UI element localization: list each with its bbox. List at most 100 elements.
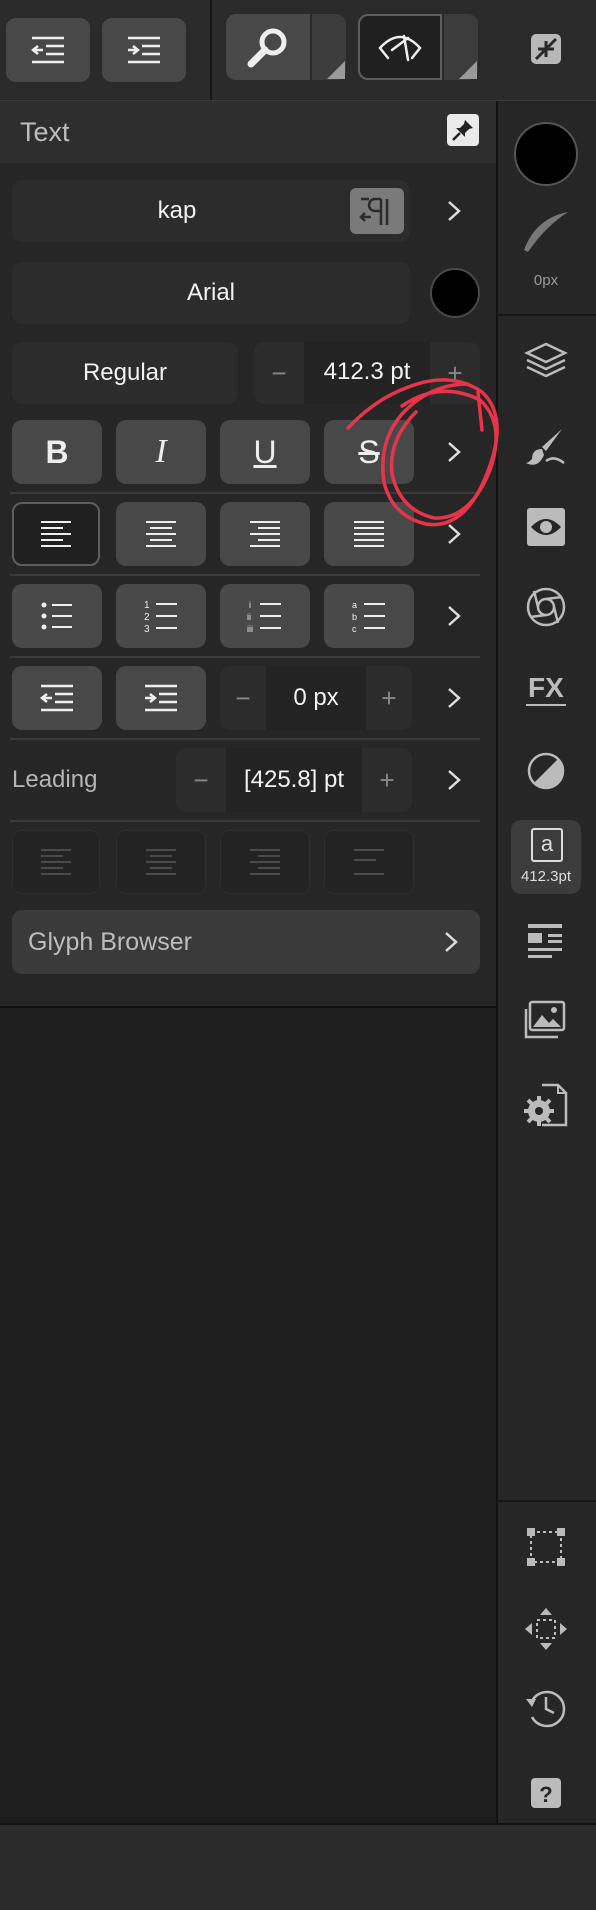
dropdown-corner-icon [327, 61, 345, 79]
bullet-list-icon [41, 602, 72, 630]
leading-value[interactable]: [425.8] pt [226, 766, 362, 794]
align-left-icon [41, 521, 71, 547]
indent-more-chevron[interactable] [434, 678, 474, 718]
indent-icon [128, 36, 160, 64]
search-button[interactable] [226, 14, 310, 80]
svg-text:FX: FX [528, 672, 564, 703]
search-options-button[interactable] [312, 14, 346, 80]
indent-value[interactable]: 0 px [266, 684, 366, 712]
letter-list-button[interactable]: abc [324, 584, 414, 648]
text-style-name: kap [157, 197, 197, 224]
svg-text:2: 2 [144, 612, 150, 623]
font-family-field[interactable]: Arial [12, 262, 410, 324]
paragraph-styles-icon [528, 924, 562, 958]
align-left-button[interactable] [12, 502, 100, 566]
document-settings-icon [524, 1083, 568, 1127]
svg-text:c: c [352, 624, 357, 633]
indent-decrease[interactable]: − [220, 666, 266, 730]
bullet-list-button[interactable] [12, 584, 102, 648]
glyph-browser-button[interactable]: Glyph Browser [12, 910, 480, 974]
fx-button[interactable]: FX [511, 652, 581, 722]
indent-stepper: − 0 px + [220, 666, 412, 730]
numbered-list-button[interactable]: 123 [116, 584, 206, 648]
adjustments-button[interactable] [511, 572, 581, 642]
move-icon [525, 1608, 567, 1650]
bold-button[interactable]: B [12, 420, 102, 484]
align-center-icon [146, 521, 176, 547]
paragraph-direction-icon [359, 197, 389, 225]
svg-text:iii: iii [247, 624, 253, 633]
font-weight-field[interactable]: Regular [12, 342, 238, 404]
leading-more-chevron[interactable] [434, 760, 474, 800]
font-weight-value: Regular [82, 359, 168, 386]
gallery-icon [524, 1000, 566, 1039]
italic-button[interactable]: I [116, 420, 206, 484]
svg-text:a: a [352, 600, 357, 610]
paragraph-direction-button[interactable] [350, 188, 404, 234]
disabled-align-icon-3 [250, 849, 280, 875]
adjustments-icon [526, 587, 566, 627]
right-divider-1 [498, 314, 596, 316]
indent-button[interactable] [102, 18, 186, 82]
roman-list-button[interactable]: i ii iii [220, 584, 310, 648]
baseline-option-4[interactable] [324, 830, 414, 894]
panel-title: Text [20, 117, 70, 147]
selection-transform-icon [527, 1528, 565, 1566]
separator-2 [10, 574, 480, 576]
move-button[interactable] [511, 1594, 581, 1664]
leading-decrease[interactable]: − [176, 748, 226, 812]
text-style-field[interactable]: kap [12, 180, 410, 242]
brush-size-label: 0px [533, 272, 559, 289]
roman-list-icon: iiiiii [247, 600, 281, 633]
baseline-option-2[interactable] [116, 830, 206, 894]
list-more-chevron[interactable] [434, 596, 474, 636]
paragraph-styles-button[interactable] [511, 906, 581, 976]
leading-increase[interactable]: + [362, 748, 412, 812]
empty-canvas [0, 1008, 496, 1823]
align-right-button[interactable] [220, 502, 310, 566]
outdent-button[interactable] [6, 18, 90, 82]
view-options-button[interactable] [444, 14, 478, 80]
text-tool-size-label: 412.3pt [520, 868, 572, 885]
underline-label: U [253, 433, 277, 470]
leading-label: Leading [12, 766, 98, 793]
underline-button[interactable]: U [220, 420, 310, 484]
align-center-button[interactable] [116, 502, 206, 566]
color-swatch-button[interactable] [514, 122, 578, 186]
gallery-button[interactable] [511, 986, 581, 1056]
view-mode-button[interactable] [358, 14, 442, 80]
collapse-icon [531, 34, 561, 64]
svg-text:1: 1 [144, 600, 150, 611]
indent-increase[interactable]: + [366, 666, 412, 730]
separator-3 [10, 656, 480, 658]
top-toolbar [0, 0, 596, 101]
font-color-swatch[interactable] [430, 268, 480, 318]
numbered-list-icon: 123 [144, 600, 177, 633]
brush-width-control[interactable]: 0px [516, 206, 576, 296]
history-button[interactable] [511, 1674, 581, 1744]
history-icon [526, 1690, 566, 1728]
disabled-align-icon-4 [354, 849, 384, 875]
right-divider-2 [498, 1500, 596, 1502]
pin-button[interactable] [447, 114, 479, 146]
svg-text:ii: ii [247, 612, 251, 622]
text-style-more-chevron[interactable] [434, 191, 474, 231]
paragraph-indent-button[interactable] [116, 666, 206, 730]
tone-button[interactable] [511, 736, 581, 806]
paragraph-outdent-button[interactable] [12, 666, 102, 730]
view-mode-icon [378, 34, 422, 62]
glyph-browser-label: Glyph Browser [28, 927, 192, 956]
font-family-value: Arial [186, 279, 235, 306]
text-tool-button[interactable]: a 412.3pt [511, 820, 581, 894]
selection-transform-button[interactable] [511, 1512, 581, 1582]
baseline-option-3[interactable] [220, 830, 310, 894]
help-button[interactable]: ? [511, 1758, 581, 1828]
panel-header: Text [0, 101, 496, 163]
collapse-button[interactable] [512, 24, 580, 74]
baseline-option-1[interactable] [12, 830, 100, 894]
separator-5 [10, 820, 480, 822]
document-settings-button[interactable] [511, 1070, 581, 1140]
toolbar-divider [210, 0, 212, 100]
bottom-bar [0, 1823, 596, 1910]
font-size-decrease[interactable]: − [254, 342, 304, 404]
